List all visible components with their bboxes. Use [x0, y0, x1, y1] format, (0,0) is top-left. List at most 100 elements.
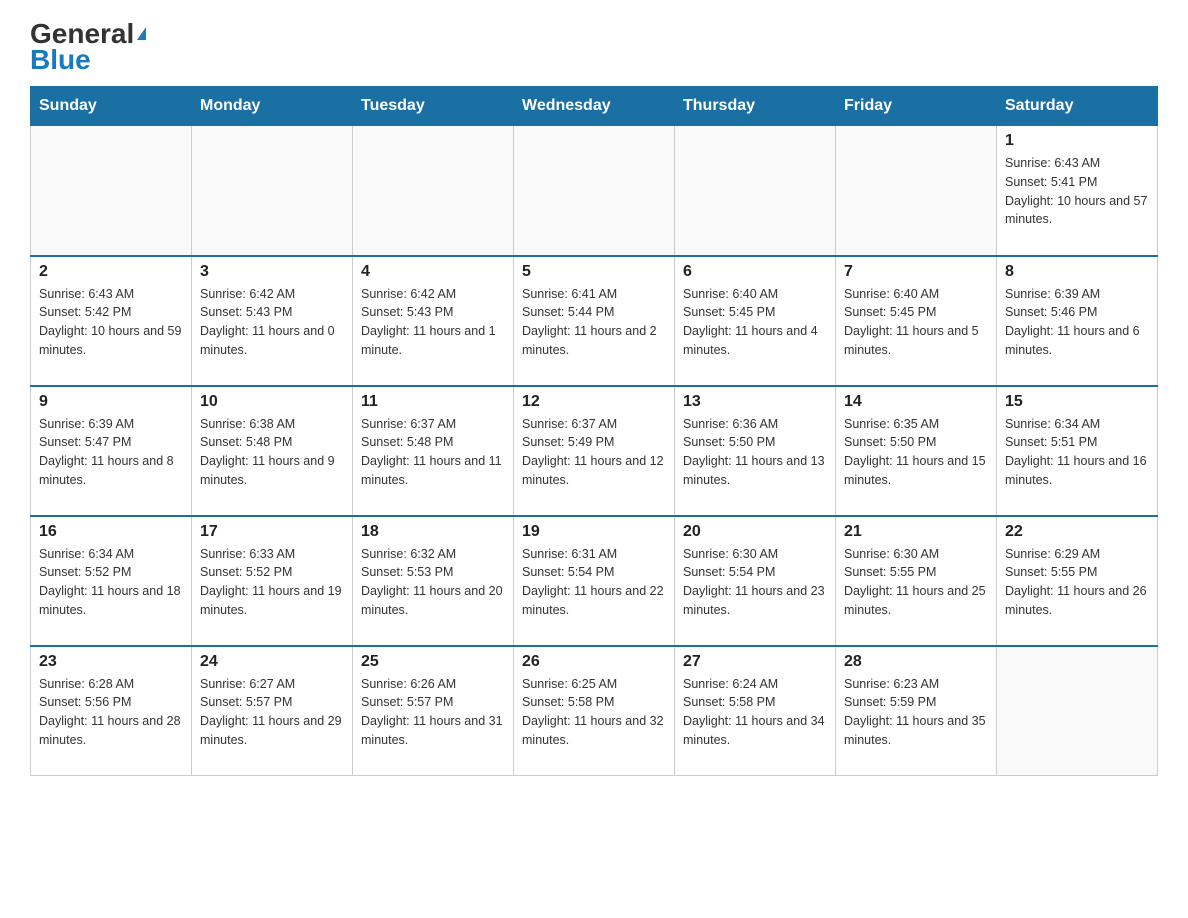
day-number: 1	[1005, 132, 1149, 150]
day-info: Sunrise: 6:36 AMSunset: 5:50 PMDaylight:…	[683, 415, 827, 490]
logo: General Blue	[30, 20, 146, 76]
day-number: 11	[361, 393, 505, 411]
day-number: 17	[200, 523, 344, 541]
day-number: 12	[522, 393, 666, 411]
page-header: General Blue	[30, 20, 1158, 76]
calendar-cell	[675, 126, 836, 256]
day-number: 16	[39, 523, 183, 541]
day-number: 15	[1005, 393, 1149, 411]
calendar-cell: 4 Sunrise: 6:42 AMSunset: 5:43 PMDaylight…	[353, 256, 514, 386]
day-number: 28	[844, 653, 988, 671]
calendar-cell: 20 Sunrise: 6:30 AMSunset: 5:54 PMDayligh…	[675, 516, 836, 646]
calendar-cell: 10 Sunrise: 6:38 AMSunset: 5:48 PMDayligh…	[192, 386, 353, 516]
day-number: 14	[844, 393, 988, 411]
day-info: Sunrise: 6:40 AMSunset: 5:45 PMDaylight:…	[683, 285, 827, 360]
day-info: Sunrise: 6:31 AMSunset: 5:54 PMDaylight:…	[522, 545, 666, 620]
day-number: 3	[200, 263, 344, 281]
day-info: Sunrise: 6:24 AMSunset: 5:58 PMDaylight:…	[683, 675, 827, 750]
calendar-cell: 21 Sunrise: 6:30 AMSunset: 5:55 PMDayligh…	[836, 516, 997, 646]
calendar-cell: 11 Sunrise: 6:37 AMSunset: 5:48 PMDayligh…	[353, 386, 514, 516]
calendar-header-row: SundayMondayTuesdayWednesdayThursdayFrid…	[31, 87, 1158, 126]
day-number: 6	[683, 263, 827, 281]
day-info: Sunrise: 6:33 AMSunset: 5:52 PMDaylight:…	[200, 545, 344, 620]
day-number: 18	[361, 523, 505, 541]
calendar-week-row: 1 Sunrise: 6:43 AMSunset: 5:41 PMDaylight…	[31, 126, 1158, 256]
calendar-cell: 14 Sunrise: 6:35 AMSunset: 5:50 PMDayligh…	[836, 386, 997, 516]
day-info: Sunrise: 6:37 AMSunset: 5:48 PMDaylight:…	[361, 415, 505, 490]
day-number: 23	[39, 653, 183, 671]
day-info: Sunrise: 6:25 AMSunset: 5:58 PMDaylight:…	[522, 675, 666, 750]
calendar-cell	[353, 126, 514, 256]
day-info: Sunrise: 6:29 AMSunset: 5:55 PMDaylight:…	[1005, 545, 1149, 620]
calendar-cell: 16 Sunrise: 6:34 AMSunset: 5:52 PMDayligh…	[31, 516, 192, 646]
day-number: 2	[39, 263, 183, 281]
day-info: Sunrise: 6:32 AMSunset: 5:53 PMDaylight:…	[361, 545, 505, 620]
day-info: Sunrise: 6:30 AMSunset: 5:55 PMDaylight:…	[844, 545, 988, 620]
weekday-header-monday: Monday	[192, 87, 353, 126]
day-info: Sunrise: 6:43 AMSunset: 5:42 PMDaylight:…	[39, 285, 183, 360]
day-info: Sunrise: 6:41 AMSunset: 5:44 PMDaylight:…	[522, 285, 666, 360]
calendar-cell: 5 Sunrise: 6:41 AMSunset: 5:44 PMDaylight…	[514, 256, 675, 386]
calendar-cell: 24Sunrise: 6:27 AMSunset: 5:57 PMDayligh…	[192, 646, 353, 776]
calendar-cell: 7Sunrise: 6:40 AMSunset: 5:45 PMDaylight…	[836, 256, 997, 386]
calendar-table: SundayMondayTuesdayWednesdayThursdayFrid…	[30, 86, 1158, 776]
day-number: 4	[361, 263, 505, 281]
day-info: Sunrise: 6:37 AMSunset: 5:49 PMDaylight:…	[522, 415, 666, 490]
day-info: Sunrise: 6:23 AMSunset: 5:59 PMDaylight:…	[844, 675, 988, 750]
day-number: 20	[683, 523, 827, 541]
logo-blue-text: Blue	[30, 44, 91, 76]
weekday-header-tuesday: Tuesday	[353, 87, 514, 126]
day-info: Sunrise: 6:30 AMSunset: 5:54 PMDaylight:…	[683, 545, 827, 620]
calendar-cell: 12 Sunrise: 6:37 AMSunset: 5:49 PMDayligh…	[514, 386, 675, 516]
calendar-cell: 2 Sunrise: 6:43 AMSunset: 5:42 PMDaylight…	[31, 256, 192, 386]
calendar-cell: 1 Sunrise: 6:43 AMSunset: 5:41 PMDaylight…	[997, 126, 1158, 256]
day-number: 13	[683, 393, 827, 411]
calendar-week-row: 2 Sunrise: 6:43 AMSunset: 5:42 PMDaylight…	[31, 256, 1158, 386]
calendar-cell	[31, 126, 192, 256]
calendar-week-row: 9 Sunrise: 6:39 AMSunset: 5:47 PMDaylight…	[31, 386, 1158, 516]
day-info: Sunrise: 6:28 AMSunset: 5:56 PMDaylight:…	[39, 675, 183, 750]
weekday-header-saturday: Saturday	[997, 87, 1158, 126]
calendar-cell	[192, 126, 353, 256]
calendar-cell: 22 Sunrise: 6:29 AMSunset: 5:55 PMDayligh…	[997, 516, 1158, 646]
day-number: 5	[522, 263, 666, 281]
calendar-cell: 13 Sunrise: 6:36 AMSunset: 5:50 PMDayligh…	[675, 386, 836, 516]
day-number: 25	[361, 653, 505, 671]
calendar-cell: 25 Sunrise: 6:26 AMSunset: 5:57 PMDayligh…	[353, 646, 514, 776]
day-info: Sunrise: 6:39 AMSunset: 5:46 PMDaylight:…	[1005, 285, 1149, 360]
day-number: 24	[200, 653, 344, 671]
calendar-cell: 28 Sunrise: 6:23 AMSunset: 5:59 PMDayligh…	[836, 646, 997, 776]
day-info: Sunrise: 6:26 AMSunset: 5:57 PMDaylight:…	[361, 675, 505, 750]
day-info: Sunrise: 6:35 AMSunset: 5:50 PMDaylight:…	[844, 415, 988, 490]
calendar-cell: 3 Sunrise: 6:42 AMSunset: 5:43 PMDaylight…	[192, 256, 353, 386]
day-info: Sunrise: 6:38 AMSunset: 5:48 PMDaylight:…	[200, 415, 344, 490]
day-number: 27	[683, 653, 827, 671]
calendar-cell: 23 Sunrise: 6:28 AMSunset: 5:56 PMDayligh…	[31, 646, 192, 776]
day-info: Sunrise: 6:42 AMSunset: 5:43 PMDaylight:…	[200, 285, 344, 360]
weekday-header-friday: Friday	[836, 87, 997, 126]
calendar-cell: 19Sunrise: 6:31 AMSunset: 5:54 PMDayligh…	[514, 516, 675, 646]
day-number: 7	[844, 263, 988, 281]
day-number: 9	[39, 393, 183, 411]
calendar-week-row: 23 Sunrise: 6:28 AMSunset: 5:56 PMDayligh…	[31, 646, 1158, 776]
calendar-cell	[514, 126, 675, 256]
day-info: Sunrise: 6:34 AMSunset: 5:51 PMDaylight:…	[1005, 415, 1149, 490]
day-info: Sunrise: 6:43 AMSunset: 5:41 PMDaylight:…	[1005, 154, 1149, 229]
calendar-week-row: 16 Sunrise: 6:34 AMSunset: 5:52 PMDayligh…	[31, 516, 1158, 646]
day-number: 10	[200, 393, 344, 411]
day-info: Sunrise: 6:39 AMSunset: 5:47 PMDaylight:…	[39, 415, 183, 490]
day-number: 26	[522, 653, 666, 671]
day-info: Sunrise: 6:34 AMSunset: 5:52 PMDaylight:…	[39, 545, 183, 620]
calendar-cell	[997, 646, 1158, 776]
weekday-header-wednesday: Wednesday	[514, 87, 675, 126]
calendar-cell: 27 Sunrise: 6:24 AMSunset: 5:58 PMDayligh…	[675, 646, 836, 776]
calendar-cell: 15 Sunrise: 6:34 AMSunset: 5:51 PMDayligh…	[997, 386, 1158, 516]
calendar-cell: 18 Sunrise: 6:32 AMSunset: 5:53 PMDayligh…	[353, 516, 514, 646]
weekday-header-sunday: Sunday	[31, 87, 192, 126]
calendar-cell: 17 Sunrise: 6:33 AMSunset: 5:52 PMDayligh…	[192, 516, 353, 646]
weekday-header-thursday: Thursday	[675, 87, 836, 126]
day-number: 21	[844, 523, 988, 541]
day-number: 22	[1005, 523, 1149, 541]
day-info: Sunrise: 6:42 AMSunset: 5:43 PMDaylight:…	[361, 285, 505, 360]
calendar-cell: 6 Sunrise: 6:40 AMSunset: 5:45 PMDaylight…	[675, 256, 836, 386]
